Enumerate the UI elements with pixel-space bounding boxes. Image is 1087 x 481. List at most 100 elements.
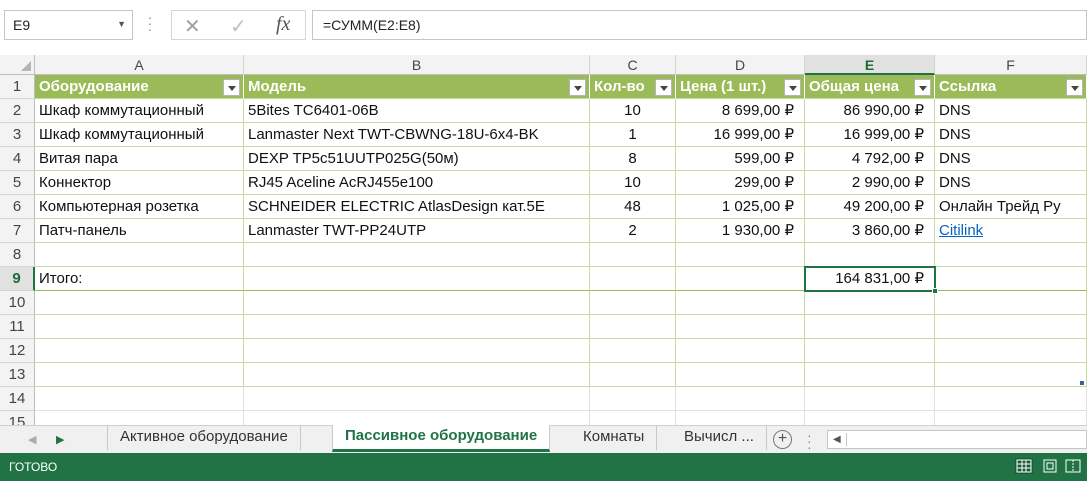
row-header-2[interactable]: 2 — [0, 99, 35, 123]
empty-cell[interactable] — [676, 363, 805, 387]
formula-bar-grip-icon[interactable]: · · · — [146, 10, 154, 36]
scrollbar-thumb[interactable] — [846, 433, 1086, 446]
table-header-cell[interactable]: Общая цена — [805, 75, 935, 99]
chevron-down-icon[interactable]: ▼ — [117, 19, 126, 29]
filter-dropdown-icon[interactable] — [223, 79, 240, 96]
empty-cell[interactable] — [244, 243, 590, 267]
scroll-tabs-left-icon[interactable]: ◀ — [28, 433, 36, 446]
empty-cell[interactable] — [590, 291, 676, 315]
table-cell[interactable]: 1 — [590, 123, 676, 147]
fill-handle[interactable] — [932, 288, 938, 294]
empty-cell[interactable] — [805, 243, 935, 267]
filter-dropdown-icon[interactable] — [1066, 79, 1083, 96]
name-box[interactable]: E9 ▼ — [4, 10, 133, 40]
table-cell[interactable]: DNS — [935, 123, 1087, 147]
empty-cell[interactable] — [935, 315, 1087, 339]
add-sheet-button[interactable]: + — [773, 430, 792, 449]
empty-cell[interactable] — [590, 315, 676, 339]
filter-dropdown-icon[interactable] — [655, 79, 672, 96]
citilink-link[interactable]: Citilink — [935, 219, 1087, 243]
table-header-cell[interactable]: Модель — [244, 75, 590, 99]
sheet-tab[interactable]: Вычисл ... — [672, 426, 767, 450]
worksheet-grid[interactable]: A B C D E F 1 2 3 4 5 6 7 8 9 10 11 12 1… — [0, 55, 1087, 425]
row-header-10[interactable]: 10 — [0, 291, 35, 315]
table-cell[interactable]: 1 025,00 ₽ — [676, 195, 805, 219]
empty-cell[interactable] — [676, 315, 805, 339]
sheet-tab[interactable]: Активное оборудование — [107, 426, 301, 450]
table-cell[interactable]: 10 — [590, 171, 676, 195]
formula-input[interactable]: =СУММ(E2:E8) — [312, 10, 1087, 40]
normal-view-icon[interactable] — [1015, 458, 1033, 474]
table-header-cell[interactable]: Оборудование — [35, 75, 244, 99]
table-cell[interactable]: Шкаф коммутационный — [35, 123, 244, 147]
page-layout-view-icon[interactable] — [1041, 458, 1059, 474]
column-header-e[interactable]: E — [805, 55, 935, 75]
table-cell[interactable]: 3 860,00 ₽ — [805, 219, 935, 243]
table-cell[interactable]: RJ45 Aceline AcRJ455e100 — [244, 171, 590, 195]
empty-cell[interactable] — [590, 339, 676, 363]
row-header-8[interactable]: 8 — [0, 243, 35, 267]
filter-dropdown-icon[interactable] — [784, 79, 801, 96]
row-header-4[interactable]: 4 — [0, 147, 35, 171]
column-header-c[interactable]: C — [590, 55, 676, 75]
empty-cell[interactable] — [590, 363, 676, 387]
row-header-12[interactable]: 12 — [0, 339, 35, 363]
empty-cell[interactable] — [805, 291, 935, 315]
table-cell[interactable]: DEXP TP5c51UUTP025G(50м) — [244, 147, 590, 171]
scroll-left-icon[interactable]: ◀ — [833, 434, 841, 445]
empty-cell[interactable] — [935, 387, 1087, 411]
column-header-f[interactable]: F — [935, 55, 1087, 75]
tab-splitter-icon[interactable]: · · · — [807, 428, 812, 454]
empty-cell[interactable] — [590, 387, 676, 411]
empty-cell[interactable] — [244, 339, 590, 363]
scroll-tabs-right-icon[interactable]: ▶ — [56, 433, 64, 446]
empty-cell[interactable] — [676, 291, 805, 315]
table-cell[interactable]: 49 200,00 ₽ — [805, 195, 935, 219]
empty-cell[interactable] — [590, 411, 676, 425]
row-header-14[interactable]: 14 — [0, 387, 35, 411]
row-header-13[interactable]: 13 — [0, 363, 35, 387]
column-header-d[interactable]: D — [676, 55, 805, 75]
table-cell[interactable]: SCHNEIDER ELECTRIC AtlasDesign кат.5E — [244, 195, 590, 219]
empty-cell[interactable] — [805, 315, 935, 339]
empty-cell[interactable] — [935, 267, 1087, 291]
row-header-9[interactable]: 9 — [0, 267, 35, 291]
empty-cell[interactable] — [676, 339, 805, 363]
column-header-a[interactable]: A — [35, 55, 244, 75]
table-cell[interactable]: DNS — [935, 99, 1087, 123]
row-header-11[interactable]: 11 — [0, 315, 35, 339]
row-header-3[interactable]: 3 — [0, 123, 35, 147]
empty-cell[interactable] — [35, 315, 244, 339]
empty-cell[interactable] — [590, 243, 676, 267]
table-cell[interactable]: 1 930,00 ₽ — [676, 219, 805, 243]
table-header-cell[interactable]: Кол-во — [590, 75, 676, 99]
column-header-b[interactable]: B — [244, 55, 590, 75]
table-cell[interactable]: 4 792,00 ₽ — [805, 147, 935, 171]
empty-cell[interactable] — [35, 387, 244, 411]
row-header-6[interactable]: 6 — [0, 195, 35, 219]
horizontal-scrollbar[interactable]: ◀ — [827, 430, 1087, 449]
table-cell[interactable]: 10 — [590, 99, 676, 123]
table-cell[interactable]: 8 699,00 ₽ — [676, 99, 805, 123]
empty-cell[interactable] — [590, 267, 676, 291]
table-cell[interactable]: 16 999,00 ₽ — [676, 123, 805, 147]
sheet-tab[interactable]: Комнаты — [571, 426, 658, 450]
cancel-icon[interactable]: ✕ — [184, 14, 201, 39]
empty-cell[interactable] — [935, 243, 1087, 267]
empty-cell[interactable] — [244, 315, 590, 339]
empty-cell[interactable] — [805, 339, 935, 363]
table-cell[interactable]: 48 — [590, 195, 676, 219]
table-cell[interactable]: 16 999,00 ₽ — [805, 123, 935, 147]
filter-dropdown-icon[interactable] — [914, 79, 931, 96]
empty-cell[interactable] — [676, 267, 805, 291]
total-label-cell[interactable]: Итого: — [35, 267, 244, 291]
table-resize-handle[interactable] — [1080, 381, 1084, 385]
table-cell[interactable]: Витая пара — [35, 147, 244, 171]
table-cell[interactable]: 2 990,00 ₽ — [805, 171, 935, 195]
row-header-5[interactable]: 5 — [0, 171, 35, 195]
table-header-cell[interactable]: Цена (1 шт.) — [676, 75, 805, 99]
table-cell[interactable]: 299,00 ₽ — [676, 171, 805, 195]
row-header-15[interactable]: 15 — [0, 411, 35, 425]
table-cell[interactable]: Коннектор — [35, 171, 244, 195]
empty-cell[interactable] — [935, 411, 1087, 425]
